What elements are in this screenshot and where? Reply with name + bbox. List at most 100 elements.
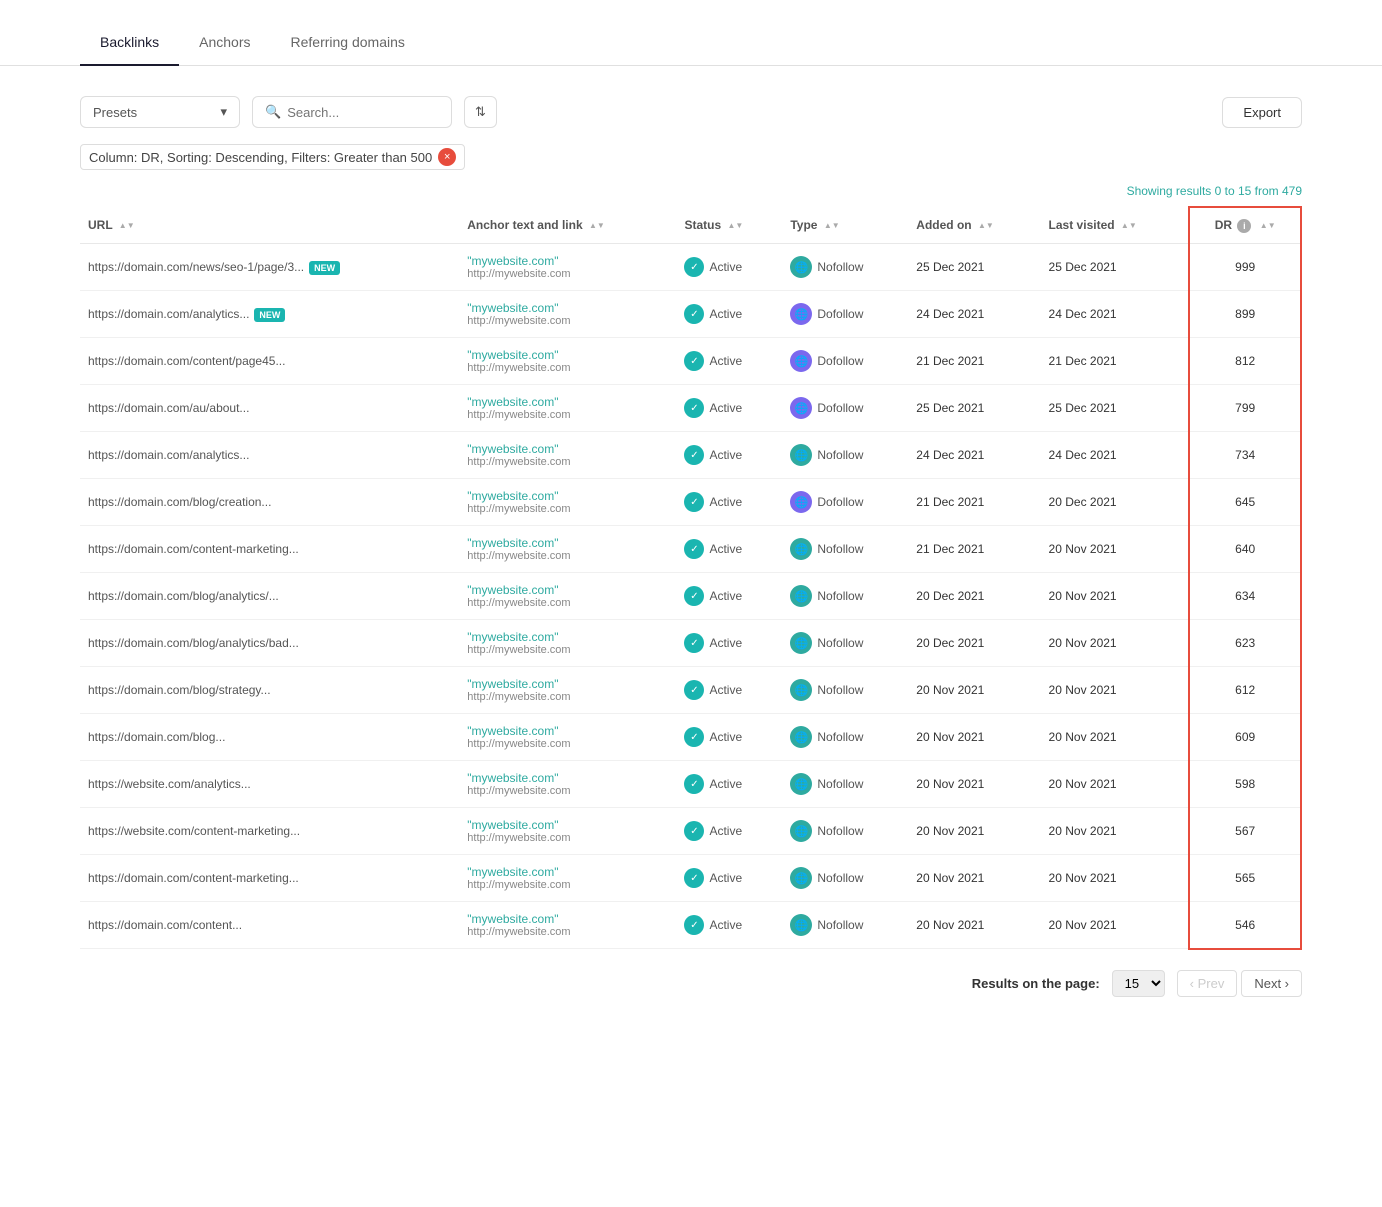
anchor-cell: "mywebsite.com"http://mywebsite.com [459,385,676,432]
col-header-added-on[interactable]: Added on ▲▼ [908,207,1040,244]
col-header-last-visited[interactable]: Last visited ▲▼ [1041,207,1190,244]
status-cell: ✓Active [676,479,782,526]
active-filter-bar: Column: DR, Sorting: Descending, Filters… [0,144,1382,170]
last-visited-cell: 25 Dec 2021 [1041,385,1190,432]
type-icon: 🌐 [790,867,812,889]
filter-sort-button[interactable]: ⇅ [464,96,497,128]
status-active-icon: ✓ [684,492,704,512]
toolbar: Presets ▾ 🔍 ⇅ Export [0,96,1382,128]
added-on-sort-icon: ▲▼ [978,221,994,230]
url-cell[interactable]: https://domain.com/blog/creation... [80,479,459,526]
search-input[interactable] [287,105,427,120]
added-on-cell: 20 Nov 2021 [908,902,1040,949]
tab-anchors[interactable]: Anchors [179,20,270,66]
anchor-cell: "mywebsite.com"http://mywebsite.com [459,526,676,573]
tabs-bar: Backlinks Anchors Referring domains [0,20,1382,66]
search-box[interactable]: 🔍 [252,96,452,128]
url-cell[interactable]: https://domain.com/content-marketing... [80,855,459,902]
status-cell: ✓Active [676,620,782,667]
page-nav: ‹ Prev Next › [1177,970,1302,997]
next-button[interactable]: Next › [1241,970,1302,997]
last-visited-cell: 20 Nov 2021 [1041,526,1190,573]
table-row: https://domain.com/news/seo-1/page/3...N… [80,244,1301,291]
col-header-status[interactable]: Status ▲▼ [676,207,782,244]
page-size-select[interactable]: 15 25 50 [1112,970,1165,997]
type-icon: 🌐 [790,585,812,607]
url-cell[interactable]: https://domain.com/analytics... [80,432,459,479]
col-header-dr[interactable]: DR i ▲▼ [1189,207,1301,244]
last-visited-cell: 21 Dec 2021 [1041,338,1190,385]
status-cell: ✓Active [676,902,782,949]
table-row: https://domain.com/content-marketing..."… [80,526,1301,573]
page-wrapper: Backlinks Anchors Referring domains Pres… [0,0,1382,1207]
added-on-cell: 20 Nov 2021 [908,855,1040,902]
filter-sort-icon: ⇅ [475,104,486,120]
filter-tag: Column: DR, Sorting: Descending, Filters… [80,144,465,170]
url-cell[interactable]: https://domain.com/content... [80,902,459,949]
url-cell[interactable]: https://domain.com/blog/analytics/bad... [80,620,459,667]
status-cell: ✓Active [676,432,782,479]
type-icon: 🌐 [790,444,812,466]
export-button[interactable]: Export [1222,97,1302,128]
pagination-bar: Results on the page: 15 25 50 ‹ Prev Nex… [0,950,1382,997]
url-cell[interactable]: https://domain.com/blog/strategy... [80,667,459,714]
table-row: https://website.com/analytics..."mywebsi… [80,761,1301,808]
dr-cell: 734 [1189,432,1301,479]
type-cell: 🌐Dofollow [782,338,908,385]
dr-cell: 640 [1189,526,1301,573]
dr-cell: 899 [1189,291,1301,338]
anchor-cell: "mywebsite.com"http://mywebsite.com [459,479,676,526]
status-active-icon: ✓ [684,915,704,935]
url-cell[interactable]: https://domain.com/news/seo-1/page/3...N… [80,244,459,291]
presets-dropdown[interactable]: Presets ▾ [80,96,240,128]
status-cell: ✓Active [676,855,782,902]
type-cell: 🌐Nofollow [782,761,908,808]
status-cell: ✓Active [676,244,782,291]
url-cell[interactable]: https://domain.com/blog/analytics/... [80,573,459,620]
status-cell: ✓Active [676,385,782,432]
type-cell: 🌐Nofollow [782,902,908,949]
type-icon: 🌐 [790,538,812,560]
type-cell: 🌐Nofollow [782,714,908,761]
url-cell[interactable]: https://domain.com/blog... [80,714,459,761]
status-active-icon: ✓ [684,351,704,371]
col-header-url[interactable]: URL ▲▼ [80,207,459,244]
dr-cell: 546 [1189,902,1301,949]
dr-cell: 812 [1189,338,1301,385]
url-cell[interactable]: https://website.com/content-marketing... [80,808,459,855]
url-cell[interactable]: https://website.com/analytics... [80,761,459,808]
type-cell: 🌐Nofollow [782,808,908,855]
filter-close-button[interactable]: × [438,148,456,166]
col-header-type[interactable]: Type ▲▼ [782,207,908,244]
dr-cell: 612 [1189,667,1301,714]
dr-cell: 645 [1189,479,1301,526]
last-visited-cell: 20 Dec 2021 [1041,479,1190,526]
last-visited-cell: 20 Nov 2021 [1041,573,1190,620]
col-header-anchor[interactable]: Anchor text and link ▲▼ [459,207,676,244]
prev-button[interactable]: ‹ Prev [1177,970,1238,997]
added-on-cell: 20 Dec 2021 [908,620,1040,667]
type-cell: 🌐Nofollow [782,667,908,714]
table-row: https://website.com/content-marketing...… [80,808,1301,855]
tab-referring-domains[interactable]: Referring domains [271,20,425,66]
url-cell[interactable]: https://domain.com/analytics...NEW [80,291,459,338]
url-cell[interactable]: https://domain.com/content/page45... [80,338,459,385]
backlinks-table: URL ▲▼ Anchor text and link ▲▼ Status ▲▼… [80,206,1302,950]
last-visited-cell: 20 Nov 2021 [1041,808,1190,855]
dr-sort-icon: ▲▼ [1260,221,1276,230]
tab-backlinks[interactable]: Backlinks [80,20,179,66]
url-sort-icon: ▲▼ [119,221,135,230]
results-count: Showing results 0 to 15 from 479 [0,184,1382,198]
type-icon: 🌐 [790,256,812,278]
type-icon: 🌐 [790,773,812,795]
last-visited-cell: 20 Nov 2021 [1041,902,1190,949]
table-row: https://domain.com/blog/strategy..."mywe… [80,667,1301,714]
status-active-icon: ✓ [684,539,704,559]
status-active-icon: ✓ [684,586,704,606]
table-row: https://domain.com/au/about..."mywebsite… [80,385,1301,432]
url-cell[interactable]: https://domain.com/au/about... [80,385,459,432]
status-cell: ✓Active [676,291,782,338]
url-cell[interactable]: https://domain.com/content-marketing... [80,526,459,573]
anchor-cell: "mywebsite.com"http://mywebsite.com [459,620,676,667]
dr-cell: 567 [1189,808,1301,855]
